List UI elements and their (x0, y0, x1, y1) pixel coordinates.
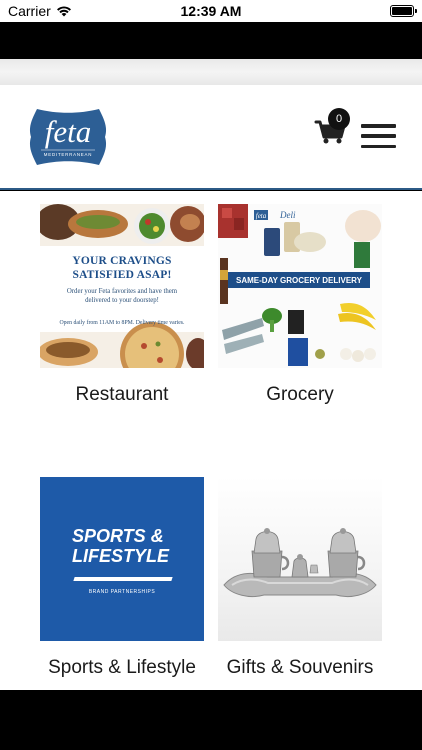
subtext-line-1: Order your Feta favorites and have them (66, 288, 178, 295)
category-tile-restaurant[interactable]: YOUR CRAVINGS SATISFIED ASAP! Order your… (40, 204, 204, 405)
restaurant-food-illustration (40, 204, 204, 368)
menu-bar-icon (361, 144, 396, 148)
sports-line-2: LIFESTYLE (72, 545, 170, 566)
headline-line-2: SATISFIED ASAP! (72, 269, 172, 282)
category-label-gifts-souvenirs[interactable]: Gifts & Souvenirs (202, 657, 398, 679)
sports-lifestyle-image: SPORTS & LIFESTYLE BRAND PARTNERSHIPS (40, 477, 204, 641)
headline-line-1: YOUR CRAVINGS (72, 255, 172, 267)
hamburger-menu-button[interactable] (361, 124, 396, 148)
sports-line-1: SPORTS & (72, 526, 164, 546)
top-black-band (0, 22, 422, 59)
menu-bar-icon (361, 134, 396, 138)
gifts-souvenirs-image (218, 477, 382, 641)
category-tile-sports-lifestyle[interactable]: SPORTS & LIFESTYLE BRAND PARTNERSHIPS Sp… (40, 477, 204, 678)
status-time: 12:39 AM (180, 3, 242, 19)
category-label-grocery[interactable]: Grocery (202, 384, 398, 406)
subtext-line-2: delivered to your doorstep! (85, 297, 159, 305)
category-label-restaurant[interactable]: Restaurant (24, 384, 220, 406)
cart-count-badge[interactable]: 0 (328, 108, 350, 130)
feta-logo[interactable]: feta MEDITERRANEAN (27, 105, 109, 169)
coffee-set-illustration (223, 528, 377, 598)
menu-bar-icon (361, 124, 396, 128)
category-label-sports-lifestyle[interactable]: Sports & Lifestyle (24, 657, 220, 679)
sports-lifestyle-title: SPORTS & LIFESTYLE (72, 526, 170, 567)
grocery-image: feta Deli SAME-DAY GROCERY DELIVERY (218, 204, 382, 368)
svg-text:feta: feta (45, 114, 92, 149)
status-bar: Carrier 12:39 AM (0, 0, 422, 22)
svg-text:feta: feta (256, 212, 267, 220)
restaurant-headline: YOUR CRAVINGS SATISFIED ASAP! (40, 254, 204, 283)
restaurant-image: YOUR CRAVINGS SATISFIED ASAP! Order your… (40, 204, 204, 368)
svg-text:Deli: Deli (279, 210, 296, 220)
brand-partnerships-text: BRAND PARTNERSHIPS (88, 589, 156, 595)
sports-underline (73, 577, 173, 581)
app-header: feta MEDITERRANEAN (0, 85, 422, 190)
category-tile-gifts-souvenirs[interactable]: Gifts & Souvenirs (218, 477, 382, 678)
gray-divider-band (0, 59, 422, 85)
battery-icon (390, 5, 417, 17)
category-tile-grocery[interactable]: feta Deli SAME-DAY GROCERY DELIVERY Groc… (218, 204, 382, 405)
category-grid: YOUR CRAVINGS SATISFIED ASAP! Order your… (0, 191, 422, 690)
restaurant-subtext: Order your Feta favorites and have them … (50, 287, 194, 305)
grocery-banner: SAME-DAY GROCERY DELIVERY (228, 272, 370, 288)
svg-text:MEDITERRANEAN: MEDITERRANEAN (44, 152, 92, 157)
bottom-black-band (0, 690, 422, 750)
restaurant-hours: Open daily from 11AM to 8PM. Delivery ti… (59, 320, 185, 326)
